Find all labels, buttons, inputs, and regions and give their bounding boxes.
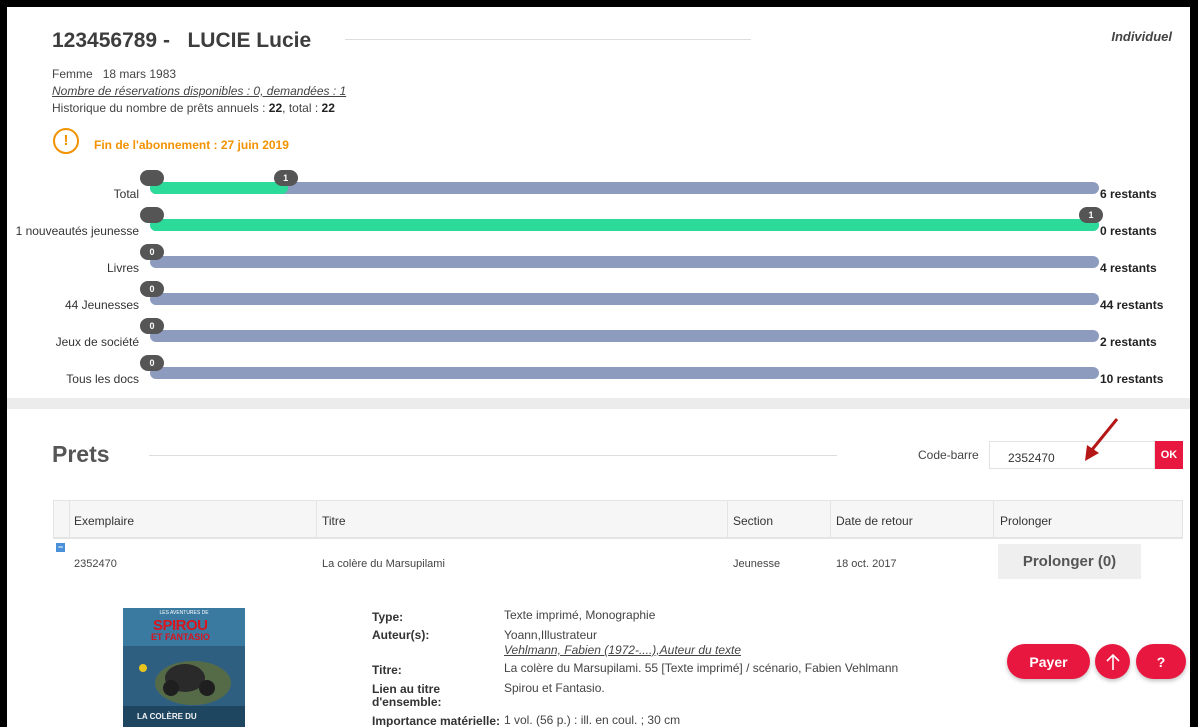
detail-extent-value: 1 vol. (56 p.) : ill. en coul. ; 30 cm [504,713,681,727]
quota-track [150,367,1099,379]
patron-birth-date: 18 mars 1983 [102,67,177,81]
title-divider [345,39,751,40]
quota-label: Tous les docs [66,372,139,386]
cell-titre[interactable]: La colère du Marsupilami [322,558,445,570]
quota-label: 1 nouveautés jeunesse [15,224,139,238]
detail-title-value: La colère du Marsupilami. 55 [Texte impr… [504,661,899,675]
pay-button[interactable]: Payer [1007,644,1090,679]
quota-start-bubble [140,170,164,186]
quota-fill [150,219,1099,231]
cell-date-retour: 18 oct. 2017 [836,558,897,570]
patron-gender: Femme [52,67,93,81]
cover-title: LA COLÈRE DU [137,712,197,721]
detail-series-label: Lien au titre d'ensemble: [372,682,442,709]
patron-heading: 123456789 - LUCIE Lucie [52,29,311,53]
patron-type: Individuel [1111,29,1172,44]
patron-id: 123456789 - [52,29,170,52]
quota-count-bubble: 0 [140,244,164,260]
row-divider [53,538,1183,539]
quota-fill [150,182,288,194]
quota-track [150,330,1099,342]
quota-remaining: 44 restants [1100,298,1164,312]
quota-track [150,219,1099,231]
cell-exemplaire: 2352470 [74,558,117,570]
quota-count-bubble: 0 [140,281,164,297]
section-separator [7,398,1190,409]
loan-history-total: 22 [321,101,335,115]
quota-label: Jeux de société [55,335,139,349]
detail-authors-label: Auteur(s): [372,628,430,642]
quota-count-bubble: 0 [140,318,164,334]
quota-count-bubble: 0 [140,355,164,371]
quota-track [150,293,1099,305]
quota-remaining: 4 restants [1100,261,1157,275]
ok-button[interactable]: OK [1155,441,1183,469]
prets-divider [149,455,837,456]
column-divider [69,501,70,537]
cell-section: Jeunesse [733,558,781,570]
cover-brand-fantasio: ET FANTASIO [151,632,210,642]
detail-extent-label: Importance matérielle: [372,714,501,727]
loan-history-annual: 22 [268,101,283,115]
column-divider [993,501,994,537]
prolonger-button[interactable]: Prolonger (0) [998,544,1141,579]
detail-type-label: Type: [372,610,404,624]
column-divider [316,501,317,537]
detail-series-value: Spirou et Fantasio. [504,681,605,695]
annotation-arrow-icon [1085,418,1119,461]
book-cover-image: LES AVENTURES DE SPIROU ET FANTASIO LA C… [123,608,245,727]
barcode-input[interactable]: 2352470 [989,441,1155,469]
subscription-end: Fin de l'abonnement : 27 juin 2019 [94,138,289,152]
scroll-top-button[interactable] [1095,644,1130,679]
column-header-prolonger: Prolonger [1000,514,1053,528]
column-header-date-retour[interactable]: Date de retour [836,514,913,528]
loan-history-mid: , total : [282,101,322,115]
quota-remaining: 2 restants [1100,335,1157,349]
loan-history-prefix: Historique du nombre de prêts annuels : [52,101,269,115]
patron-identity: Femme 18 mars 1983 [52,67,176,81]
quota-count-bubble: 1 [273,170,298,186]
detail-author-2-link[interactable]: Vehlmann, Fabien (1972-....),Auteur du t… [504,643,741,657]
patron-page: 123456789 - LUCIE Lucie Individuel Femme… [7,7,1190,727]
detail-author-1: Yoann,Illustrateur [504,628,597,642]
collapse-icon[interactable]: − [56,543,65,552]
quota-track [150,256,1099,268]
quota-label: 44 Jeunesses [64,298,139,312]
quota-label: Total [113,187,139,201]
column-header-section[interactable]: Section [733,514,773,528]
patron-name: LUCIE Lucie [187,29,312,52]
quota-remaining: 6 restants [1100,187,1157,201]
quota-count-bubble: 1 [1079,207,1103,223]
loan-history: Historique du nombre de prêts annuels : … [52,101,335,115]
detail-type-value: Texte imprimé, Monographie [504,608,656,622]
column-header-exemplaire[interactable]: Exemplaire [74,514,134,528]
detail-title-label: Titre: [372,663,402,677]
quota-remaining: 0 restants [1100,224,1157,238]
quota-start-bubble [140,207,164,223]
column-divider [830,501,831,537]
quota-label: Livres [106,261,139,275]
column-header-titre[interactable]: Titre [322,514,346,528]
prets-title: Prets [52,441,110,467]
help-button[interactable]: ? [1136,644,1186,679]
cover-series-line: LES AVENTURES DE [159,610,209,616]
quota-remaining: 10 restants [1100,372,1164,386]
warning-icon: ! [53,128,79,154]
barcode-label: Code-barre [918,448,979,462]
arrow-up-icon [1105,653,1120,670]
column-divider [727,501,728,537]
reservations-link[interactable]: Nombre de réservations disponibles : 0, … [52,84,346,98]
